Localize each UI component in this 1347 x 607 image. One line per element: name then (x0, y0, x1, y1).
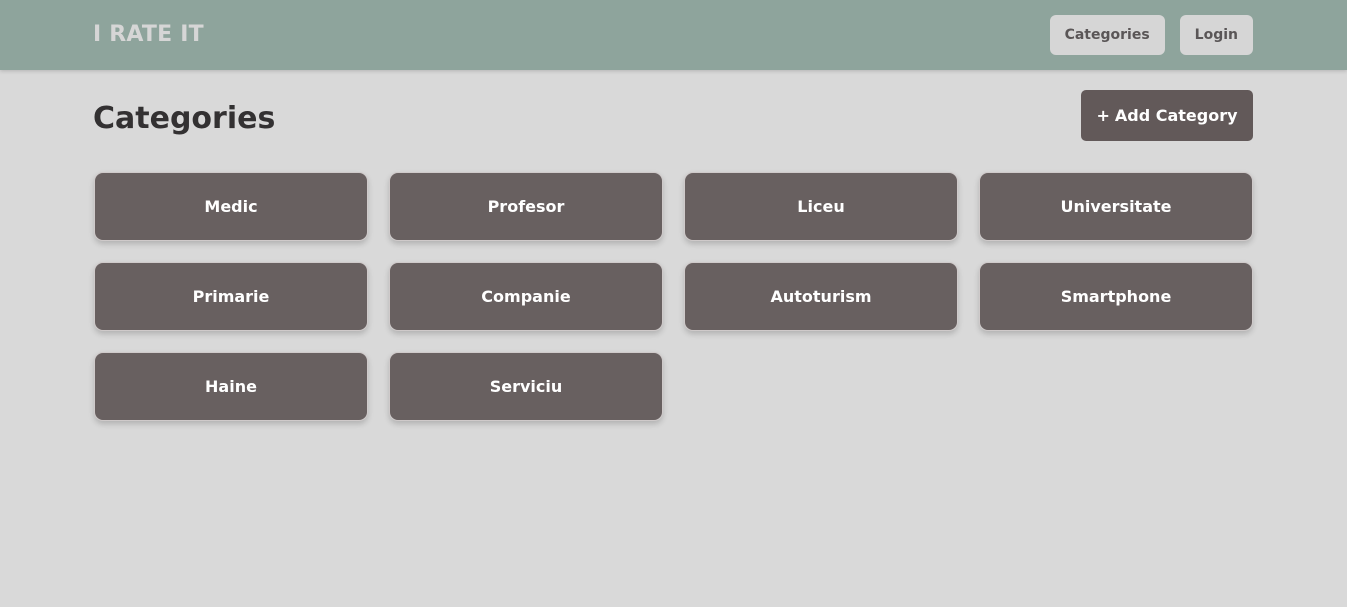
navbar: I RATE IT Categories Login (0, 0, 1347, 70)
category-card-primarie[interactable]: Primarie (94, 262, 368, 331)
add-category-button[interactable]: + Add Category (1081, 90, 1253, 141)
category-card-medic[interactable]: Medic (94, 172, 368, 241)
nav-actions: Categories Login (1049, 15, 1253, 55)
add-category-label: Add Category (1114, 106, 1238, 125)
category-card-companie[interactable]: Companie (389, 262, 663, 331)
main-content: Categories + Add Category Medic Profesor… (93, 90, 1253, 421)
brand-logo[interactable]: I RATE IT (93, 22, 204, 47)
category-card-haine[interactable]: Haine (94, 352, 368, 421)
category-card-liceu[interactable]: Liceu (684, 172, 958, 241)
category-card-profesor[interactable]: Profesor (389, 172, 663, 241)
nav-categories-button[interactable]: Categories (1049, 15, 1165, 55)
category-card-smartphone[interactable]: Smartphone (979, 262, 1253, 331)
category-card-universitate[interactable]: Universitate (979, 172, 1253, 241)
category-grid: Medic Profesor Liceu Universitate Primar… (93, 172, 1253, 421)
plus-icon: + (1096, 106, 1110, 125)
category-card-autoturism[interactable]: Autoturism (684, 262, 958, 331)
page-title: Categories (93, 100, 276, 136)
nav-login-button[interactable]: Login (1179, 15, 1253, 55)
category-card-serviciu[interactable]: Serviciu (389, 352, 663, 421)
page-header: Categories + Add Category (93, 90, 1253, 141)
